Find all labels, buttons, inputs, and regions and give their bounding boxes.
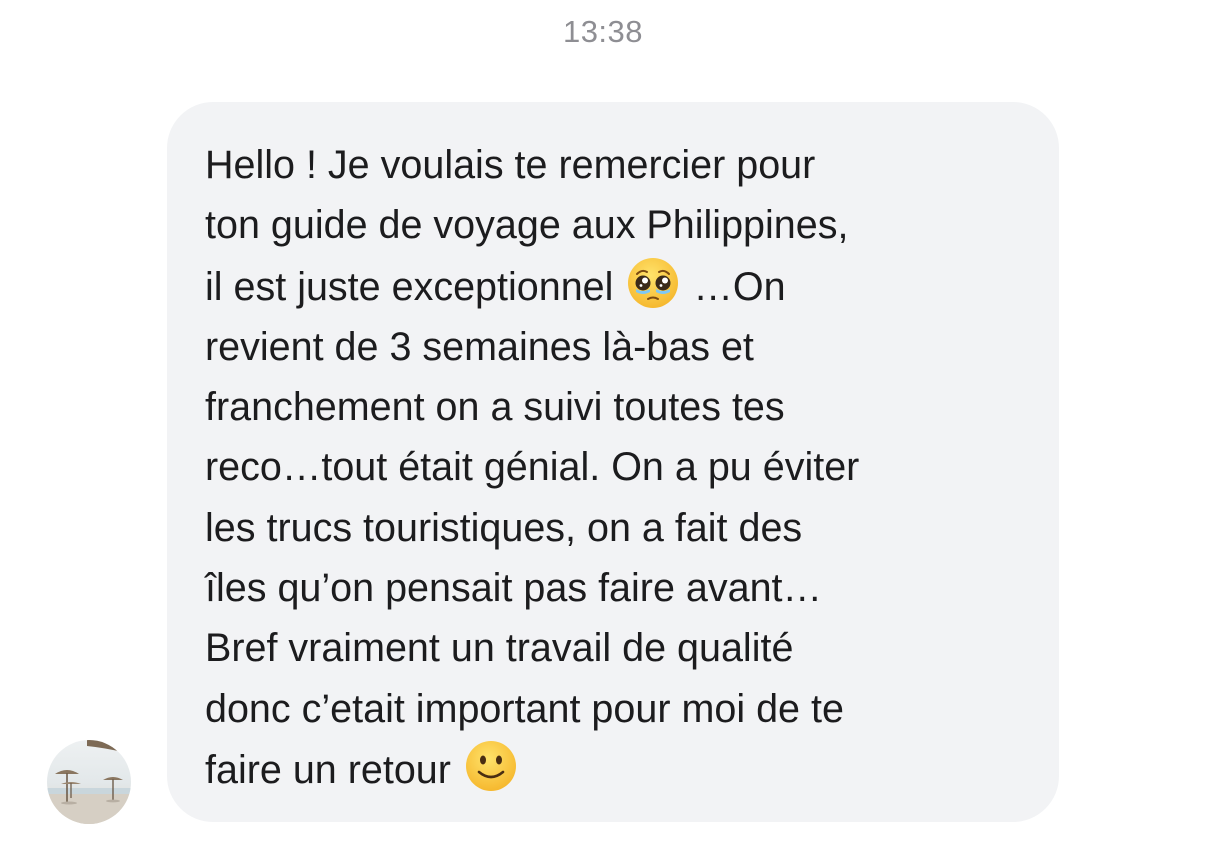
message-bubble[interactable]: Hello ! Je voulais te remercier pour ton… (167, 102, 1059, 822)
message-line: franchement on a suivi toutes tes (205, 385, 785, 430)
message-line: revient de 3 semaines là-bas et (205, 324, 754, 369)
message-line: Bref vraiment un travail de qualité (205, 626, 794, 671)
message-line: il est juste exceptionnel …On (205, 256, 1029, 317)
sender-avatar[interactable] (47, 740, 131, 824)
message-line: ton guide de voyage aux Philippines, (205, 203, 849, 248)
message-line: reco…tout était génial. On a pu éviter (205, 445, 860, 490)
message-text: il est juste exceptionnel (205, 264, 614, 309)
pleading-face-emoji-icon (626, 256, 680, 310)
message-line: faire un retour (205, 739, 1029, 800)
message-line: Hello ! Je voulais te remercier pour (205, 143, 816, 187)
message-line: les trucs touristiques, on a fait des (205, 505, 803, 550)
message-line: îles qu’on pensait pas faire avant… (205, 566, 823, 611)
message-timestamp: 13:38 (562, 14, 644, 49)
slightly-smiling-face-emoji-icon (464, 739, 518, 793)
message-line: donc c’etait important pour moi de te (205, 686, 844, 731)
message-text: faire un retour (205, 747, 451, 792)
message-text: …On (693, 264, 786, 309)
beach-umbrellas-avatar-icon (47, 740, 131, 824)
